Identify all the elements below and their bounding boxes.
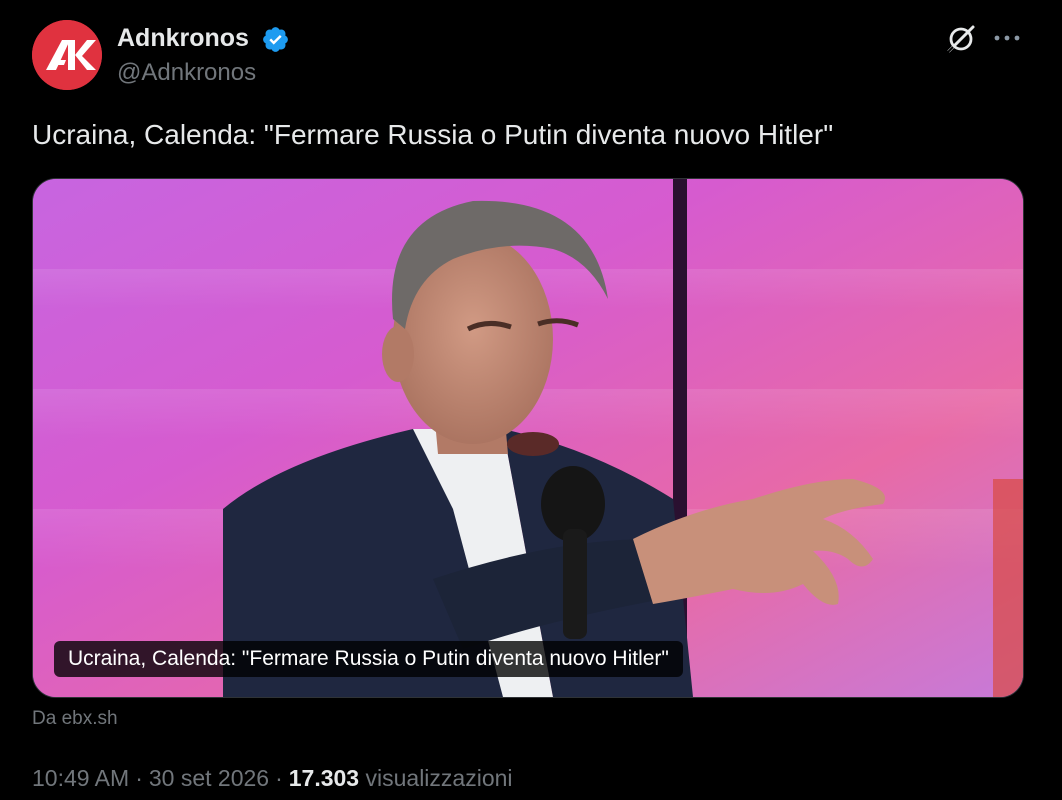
card-caption[interactable]: Ucraina, Calenda: "Fermare Russia o Puti… xyxy=(54,641,683,677)
card-source[interactable]: Da ebx.sh xyxy=(32,706,118,732)
grok-icon[interactable] xyxy=(944,22,978,56)
display-name[interactable]: Adnkronos xyxy=(117,22,249,54)
tweet-date[interactable]: 30 set 2026 xyxy=(149,765,269,791)
views-label: visualizzazioni xyxy=(365,765,513,791)
tweet-text: Ucraina, Calenda: "Fermare Russia o Puti… xyxy=(32,119,834,150)
separator: · xyxy=(135,765,143,791)
avatar[interactable] xyxy=(32,20,102,90)
verified-badge-icon xyxy=(263,27,288,52)
link-card-image[interactable] xyxy=(32,178,1024,698)
more-options-icon[interactable] xyxy=(992,30,1022,46)
tweet: Adnkronos @Adnkronos Ucraina, Calenda: "… xyxy=(0,0,1062,800)
news-photo xyxy=(33,179,1023,697)
views-count: 17.303 xyxy=(288,765,360,791)
tweet-meta: 10:49 AM · 30 set 2026 · 17.303 visualizzazi… xyxy=(32,762,513,794)
adnkronos-logo xyxy=(32,20,102,90)
tweet-time[interactable]: 10:49 AM xyxy=(32,765,129,791)
account-handle[interactable]: @Adnkronos xyxy=(117,57,256,89)
separator: · xyxy=(275,765,283,791)
